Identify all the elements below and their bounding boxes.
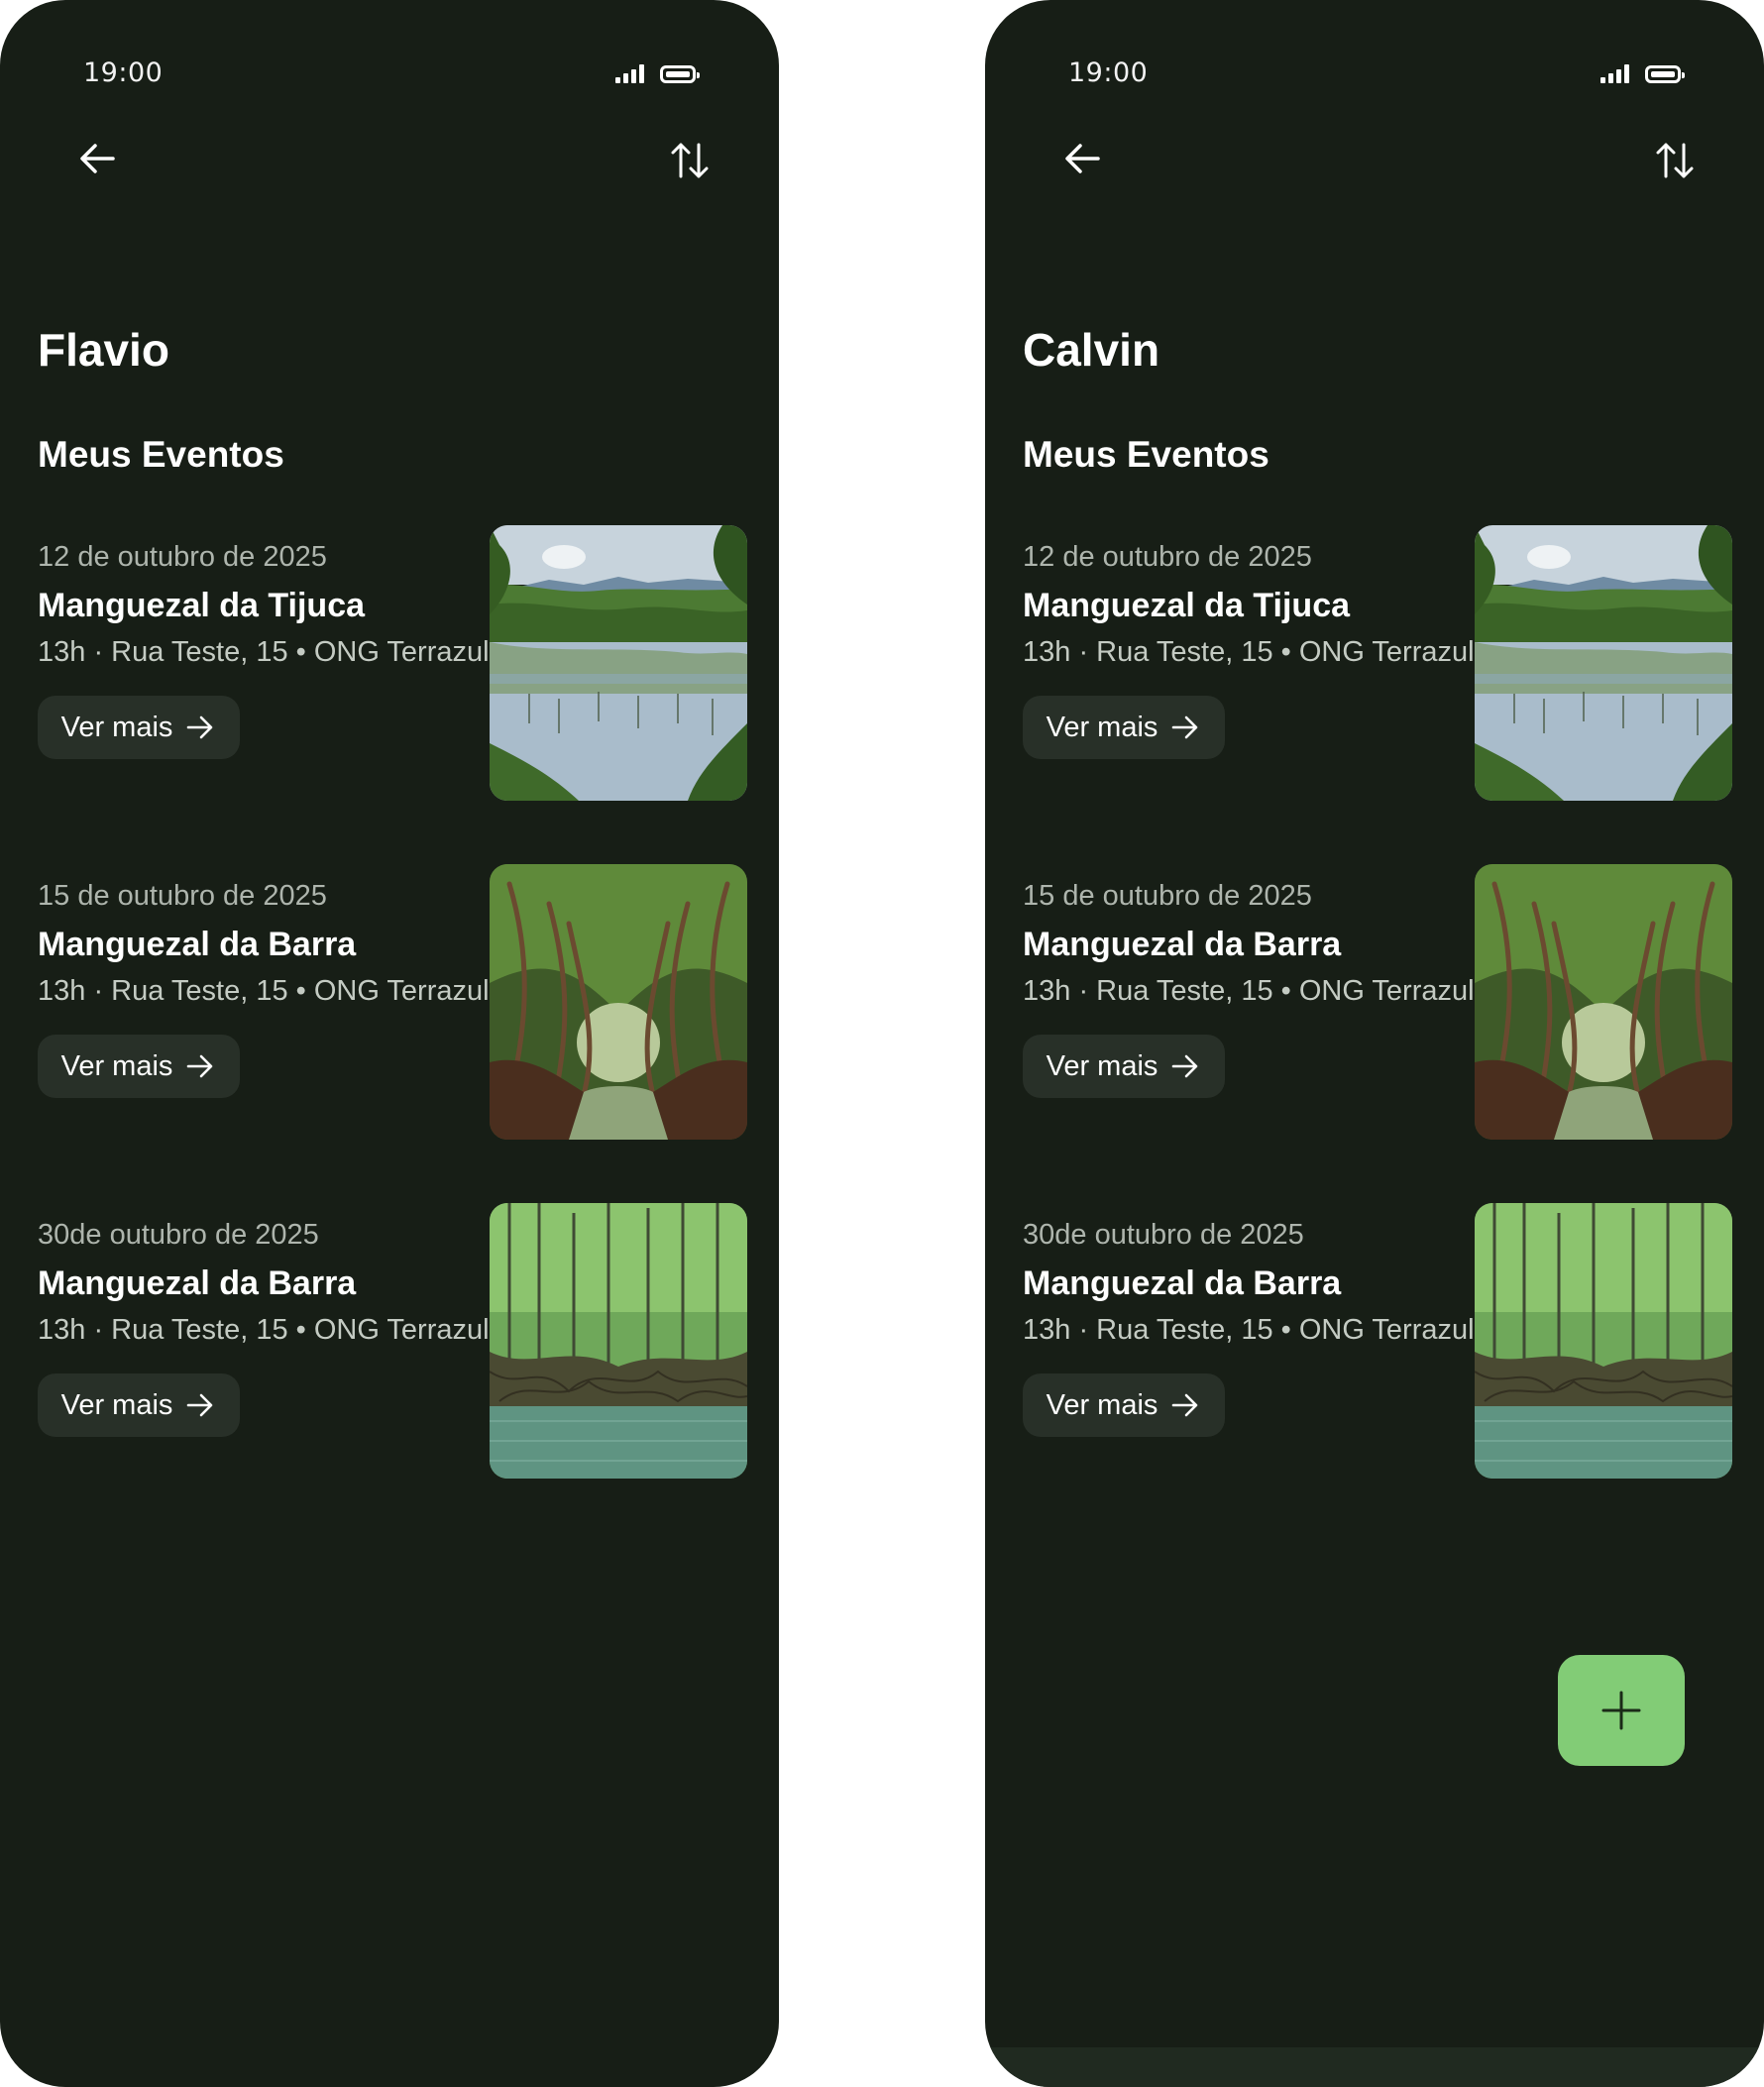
phone-screen-calvin: 19:00 Calvin Meus Eventos 12 de outubro … (985, 0, 1764, 2087)
event-card: 15 de outubro de 2025 Manguezal da Barra… (1023, 864, 1732, 1140)
arrow-right-icon (1172, 1054, 1198, 1078)
event-card: 15 de outubro de 2025 Manguezal da Barra… (38, 864, 747, 1140)
event-title: Manguezal da Tijuca (38, 587, 366, 624)
status-icons (615, 63, 700, 83)
ver-mais-label: Ver mais (1046, 1388, 1158, 1421)
mangrove-tunnel-photo[interactable] (1475, 864, 1732, 1140)
sort-arrows-icon[interactable] (1653, 139, 1697, 182)
event-title: Manguezal da Barra (1023, 926, 1342, 963)
status-time: 19:00 (1068, 57, 1149, 88)
arrow-right-icon (1172, 715, 1198, 739)
mangrove-lagoon-photo[interactable] (490, 525, 747, 801)
ver-mais-button[interactable]: Ver mais (1023, 696, 1225, 759)
add-event-button[interactable] (1558, 1655, 1685, 1766)
section-title: Meus Eventos (1023, 434, 1269, 475)
ver-mais-button[interactable]: Ver mais (1023, 1035, 1225, 1098)
phone-screen-flavio: 19:00 Flavio Meus Eventos 12 de outubro … (0, 0, 779, 2087)
event-date: 12 de outubro de 2025 (38, 541, 327, 573)
arrow-right-icon (1172, 1393, 1198, 1417)
signal-icon (1600, 63, 1629, 83)
user-name: Flavio (38, 324, 169, 376)
ver-mais-button[interactable]: Ver mais (1023, 1373, 1225, 1437)
signal-icon (615, 63, 644, 83)
arrow-right-icon (187, 1393, 213, 1417)
back-arrow-icon[interactable] (1062, 139, 1102, 178)
event-details: 13h · Rua Teste, 15 • ONG Terrazul (1023, 1314, 1475, 1346)
event-details: 13h · Rua Teste, 15 • ONG Terrazul (1023, 975, 1475, 1007)
plus-icon (1601, 1691, 1641, 1730)
event-title: Manguezal da Barra (38, 926, 357, 963)
ver-mais-button[interactable]: Ver mais (38, 1373, 240, 1437)
event-details: 13h · Rua Teste, 15 • ONG Terrazul (38, 636, 490, 668)
arrow-right-icon (187, 715, 213, 739)
event-title: Manguezal da Barra (38, 1264, 357, 1302)
event-card: 12 de outubro de 2025 Manguezal da Tijuc… (1023, 525, 1732, 801)
battery-icon (1645, 65, 1685, 83)
event-title: Manguezal da Barra (1023, 1264, 1342, 1302)
ver-mais-button[interactable]: Ver mais (38, 1035, 240, 1098)
event-card: 30de outubro de 2025 Manguezal da Barra … (1023, 1203, 1732, 1479)
event-details: 13h · Rua Teste, 15 • ONG Terrazul (38, 975, 490, 1007)
ver-mais-label: Ver mais (60, 1049, 173, 1082)
ver-mais-label: Ver mais (60, 711, 173, 743)
status-icons (1600, 63, 1685, 83)
ver-mais-label: Ver mais (60, 1388, 173, 1421)
status-time: 19:00 (83, 57, 164, 88)
mangrove-roots-photo[interactable] (1475, 1203, 1732, 1479)
event-card: 30de outubro de 2025 Manguezal da Barra … (38, 1203, 747, 1479)
event-details: 13h · Rua Teste, 15 • ONG Terrazul (1023, 636, 1475, 668)
battery-icon (660, 65, 700, 83)
arrow-right-icon (187, 1054, 213, 1078)
section-title: Meus Eventos (38, 434, 284, 475)
mangrove-lagoon-photo[interactable] (1475, 525, 1732, 801)
ver-mais-button[interactable]: Ver mais (38, 696, 240, 759)
mangrove-roots-photo[interactable] (490, 1203, 747, 1479)
event-date: 30de outubro de 2025 (38, 1219, 319, 1251)
event-details: 13h · Rua Teste, 15 • ONG Terrazul (38, 1314, 490, 1346)
mangrove-tunnel-photo[interactable] (490, 864, 747, 1140)
ver-mais-label: Ver mais (1046, 1049, 1158, 1082)
event-title: Manguezal da Tijuca (1023, 587, 1351, 624)
event-date: 15 de outubro de 2025 (1023, 880, 1312, 912)
bottom-bar (985, 2047, 1764, 2087)
sort-arrows-icon[interactable] (668, 139, 712, 182)
event-date: 15 de outubro de 2025 (38, 880, 327, 912)
ver-mais-label: Ver mais (1046, 711, 1158, 743)
event-date: 30de outubro de 2025 (1023, 1219, 1304, 1251)
user-name: Calvin (1023, 324, 1160, 376)
event-date: 12 de outubro de 2025 (1023, 541, 1312, 573)
event-card: 12 de outubro de 2025 Manguezal da Tijuc… (38, 525, 747, 801)
back-arrow-icon[interactable] (77, 139, 117, 178)
